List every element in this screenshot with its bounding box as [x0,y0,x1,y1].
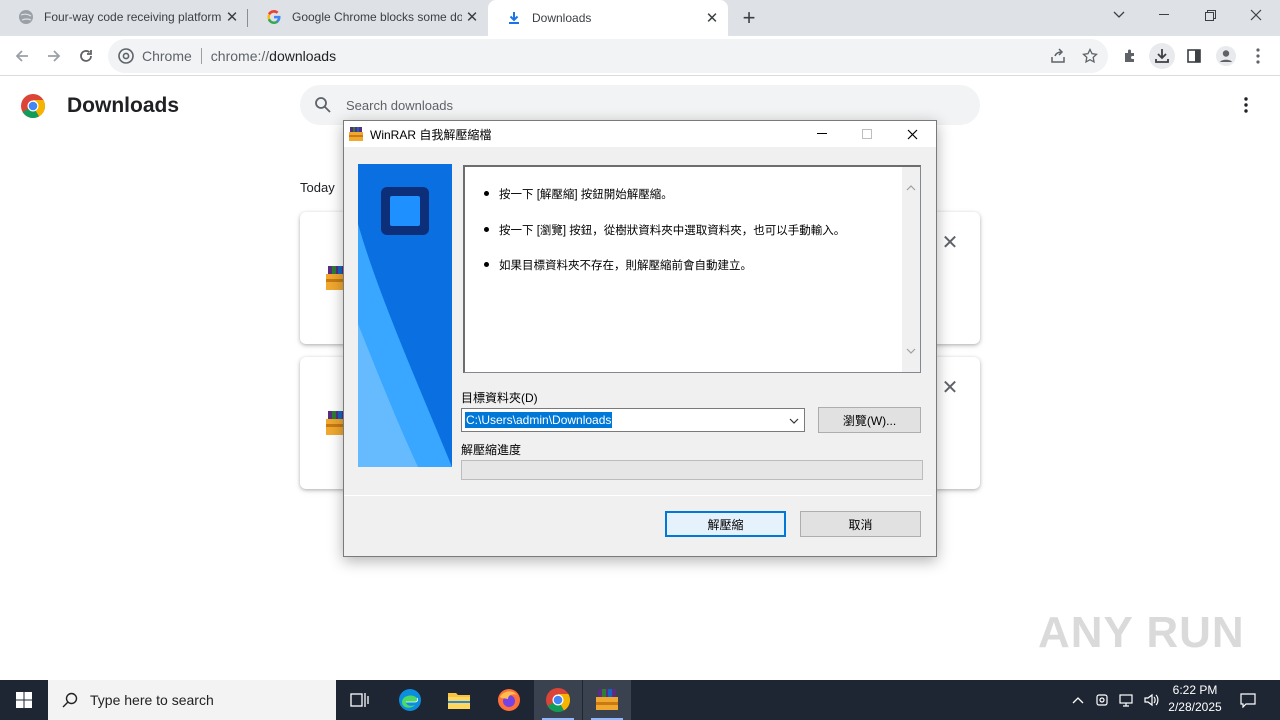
url-scheme: chrome:// [210,48,270,64]
download-icon [506,10,522,26]
notifications-icon[interactable] [1234,680,1262,720]
dialog-title: WinRAR 自我解壓縮檔 [370,127,492,142]
show-hidden-icons-icon[interactable] [1068,680,1088,720]
destination-path-value[interactable]: C:\Users\admin\Downloads [465,412,613,428]
chrome-logo-icon [20,93,46,119]
restore-button[interactable] [1187,0,1233,30]
destination-folder-combobox[interactable]: C:\Users\admin\Downloads [461,408,805,432]
anyrun-watermark: ANY RUN [1038,608,1245,657]
url-host: downloads [269,48,337,64]
page-menu-icon[interactable] [1236,95,1256,115]
cancel-button[interactable]: 取消 [800,511,921,537]
meet-now-icon[interactable] [1092,680,1114,720]
taskbar-clock[interactable]: 6:22 PM 2/28/2025 [1160,682,1230,716]
destination-folder-label: 目標資料夾(D) [461,391,538,405]
chevron-down-icon[interactable] [786,413,802,429]
chrome-icon [118,48,134,64]
close-icon[interactable]: ✕ [702,8,722,28]
forward-button[interactable] [40,42,68,70]
side-panel-icon[interactable] [1181,43,1207,69]
extensions-icon[interactable] [1117,43,1143,69]
tab-google-chrome-blocks[interactable]: Google Chrome blocks some do ✕ [248,0,488,34]
winrar-app-icon [348,126,364,142]
profile-avatar-icon[interactable] [1213,43,1239,69]
list-item: 按一下 [解壓縮] 按鈕開始解壓縮。 [484,186,673,202]
list-item: 按一下 [瀏覽] 按鈕，從樹狀資料夾中選取資料夾，也可以手動輸入。 [483,222,845,238]
tab-title: Downloads [532,11,592,25]
search-placeholder: Search downloads [346,97,453,113]
chrome-taskbar-icon[interactable] [534,680,582,720]
tab-search-button[interactable] [1096,0,1142,30]
section-heading-today: Today [300,180,335,195]
start-button[interactable] [0,680,48,720]
new-tab-button[interactable]: + [737,5,761,30]
clock-time: 6:22 PM [1172,683,1218,697]
winrar-sfx-dialog: WinRAR 自我解壓縮檔 按一下 [解壓縮] 按鈕開始解壓縮。 按一下 [瀏覽… [343,120,937,557]
edge-icon[interactable] [386,680,434,720]
file-explorer-icon[interactable] [435,680,483,720]
close-icon[interactable]: ✕ [222,7,242,27]
page-title: Downloads [67,94,180,117]
minimize-button[interactable] [1141,0,1187,30]
vertical-scrollbar[interactable] [902,167,920,372]
dialog-maximize-button [845,121,889,147]
remove-download-icon[interactable]: ✕ [940,377,960,399]
list-item: 如果目標資料夾不存在，則解壓縮前會自動建立。 [484,257,752,273]
globe-icon [18,9,34,25]
address-bar[interactable]: Chrome chrome://downloads [108,39,1108,73]
search-downloads-input[interactable]: Search downloads [300,85,980,125]
downloads-icon[interactable] [1149,43,1175,69]
scroll-up-icon[interactable] [902,179,920,197]
winrar-banner-image [358,164,452,467]
tab-strip: Four-way code receiving platform ✕ Googl… [0,0,1280,36]
browse-button[interactable]: 瀏覽(W)... [818,407,921,433]
tab-four-way-code[interactable]: Four-way code receiving platform ✕ [0,0,248,34]
back-button[interactable] [8,42,36,70]
tab-title: Google Chrome blocks some do [292,10,462,24]
close-window-button[interactable] [1233,0,1279,30]
tab-title: Four-way code receiving platform [44,10,222,24]
task-view-icon[interactable] [336,680,384,720]
windows-taskbar: Type here to search 6:22 PM 2/28/2025 [0,680,1280,720]
extraction-progress-label: 解壓縮進度 [461,443,522,457]
remove-download-icon[interactable]: ✕ [940,232,960,254]
google-icon [266,9,282,25]
scroll-down-icon[interactable] [902,342,920,360]
clock-date: 2/28/2025 [1168,700,1222,714]
close-icon[interactable]: ✕ [462,7,482,27]
network-icon[interactable] [1116,680,1138,720]
browser-toolbar: Chrome chrome://downloads [0,36,1280,76]
omnibox-label: Chrome [142,48,192,64]
dialog-close-button[interactable] [890,121,934,147]
search-icon [62,692,78,708]
winrar-taskbar-icon[interactable] [583,680,631,720]
instructions-box: 按一下 [解壓縮] 按鈕開始解壓縮。 按一下 [瀏覽] 按鈕，從樹狀資料夾中選取… [463,165,921,373]
volume-icon[interactable] [1140,680,1162,720]
dialog-minimize-button[interactable] [800,121,844,147]
firefox-icon[interactable] [485,680,533,720]
taskbar-search-placeholder: Type here to search [90,692,214,708]
taskbar-search-input[interactable]: Type here to search [48,680,336,720]
share-icon[interactable] [1045,43,1071,69]
dialog-titlebar[interactable]: WinRAR 自我解壓縮檔 [344,121,936,147]
reload-button[interactable] [72,42,100,70]
extraction-progress-bar [461,460,923,480]
tab-downloads[interactable]: Downloads ✕ [488,0,728,36]
menu-kebab-icon[interactable] [1245,43,1271,69]
bookmark-star-icon[interactable] [1077,43,1103,69]
extract-button[interactable]: 解壓縮 [665,511,786,537]
search-icon [314,96,332,114]
